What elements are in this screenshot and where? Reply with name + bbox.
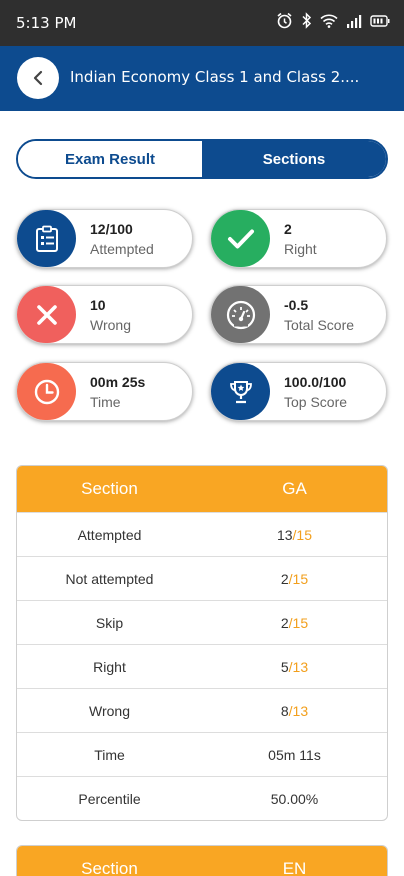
- stat-label: Right: [284, 241, 317, 257]
- row-total: /15: [288, 570, 309, 587]
- speedometer-icon: [211, 286, 270, 343]
- row-value: 2: [280, 614, 289, 631]
- row-total: /15: [292, 526, 313, 543]
- section-header-label: Section: [81, 859, 138, 876]
- row-value-cell: 05m 11s: [202, 747, 387, 763]
- row-value: 8: [280, 702, 289, 719]
- row-label: Attempted: [77, 526, 142, 543]
- row-value-cell: 50.00%: [202, 791, 387, 807]
- stat-value: -0.5: [284, 297, 309, 313]
- signal-icon: [347, 14, 362, 28]
- stat-label: Wrong: [90, 317, 131, 333]
- clock-icon: [17, 363, 76, 420]
- stat-label: Attempted: [90, 241, 154, 257]
- section-name: GA: [282, 479, 307, 498]
- table-row: Not attempted 2/15: [17, 556, 387, 600]
- table-row: Skip 2/15: [17, 600, 387, 644]
- stat-card-time: 00m 25s Time: [16, 362, 193, 421]
- row-total: /13: [288, 658, 309, 675]
- row-label: Not attempted: [65, 570, 154, 587]
- wifi-icon: [320, 14, 338, 28]
- result-tabs: Exam Result Sections: [16, 139, 388, 179]
- stat-card-total-score: -0.5 Total Score: [210, 285, 387, 344]
- row-value-cell: 2/15: [202, 615, 387, 631]
- section-table-en: Section EN: [16, 845, 388, 876]
- table-header: Section GA: [17, 466, 387, 512]
- battery-icon: [370, 14, 390, 27]
- bluetooth-icon: [302, 12, 312, 29]
- trophy-icon: [211, 363, 270, 420]
- stat-value: 10: [90, 297, 106, 313]
- row-value-cell: 2/15: [202, 571, 387, 587]
- status-icons: [276, 12, 390, 29]
- status-bar: 5:13 PM: [0, 0, 404, 46]
- row-value: 5: [280, 658, 289, 675]
- stat-card-attempted: 12/100 Attempted: [16, 209, 193, 268]
- page-title: Indian Economy Class 1 and Class 2....: [70, 68, 360, 86]
- row-value: 13: [276, 526, 293, 543]
- app-bar: Indian Economy Class 1 and Class 2....: [0, 46, 404, 111]
- section-name: EN: [282, 859, 307, 876]
- alarm-icon: [277, 12, 292, 29]
- section-header-label: Section: [81, 479, 138, 498]
- chevron-left-icon: [33, 70, 43, 86]
- table-row: Wrong 8/13: [17, 688, 387, 732]
- check-icon: [211, 210, 270, 267]
- table-header: Section EN: [17, 846, 387, 876]
- clipboard-icon: [17, 210, 76, 267]
- stat-label: Total Score: [284, 317, 355, 333]
- stat-label: Top Score: [284, 394, 348, 410]
- table-row: Right 5/13: [17, 644, 387, 688]
- row-value: 05m 11s: [268, 746, 321, 763]
- table-row: Attempted 13/15: [17, 512, 387, 556]
- stat-value: 12/100: [90, 221, 133, 237]
- stat-label: Time: [90, 394, 121, 410]
- row-label: Skip: [95, 614, 124, 631]
- back-button[interactable]: [17, 57, 59, 99]
- stat-value: 2: [284, 221, 292, 237]
- tab-sections[interactable]: Sections: [202, 141, 386, 177]
- table-row: Time 05m 11s: [17, 732, 387, 776]
- stat-card-right: 2 Right: [210, 209, 387, 268]
- stat-value: 100.0/100: [284, 374, 347, 390]
- row-value: 2: [280, 570, 289, 587]
- section-table-ga: Section GA Attempted 13/15 Not attempted…: [16, 465, 388, 821]
- row-value-cell: 8/13: [202, 703, 387, 719]
- row-value-cell: 5/13: [202, 659, 387, 675]
- stat-value: 00m 25s: [90, 374, 146, 390]
- tab-exam-result[interactable]: Exam Result: [18, 141, 202, 177]
- stat-card-top-score: 100.0/100 Top Score: [210, 362, 387, 421]
- close-icon: [17, 286, 76, 343]
- row-label: Percentile: [78, 790, 141, 807]
- stat-card-wrong: 10 Wrong: [16, 285, 193, 344]
- row-value-cell: 13/15: [202, 527, 387, 543]
- table-row: Percentile 50.00%: [17, 776, 387, 820]
- status-time: 5:13 PM: [16, 14, 77, 32]
- row-label: Wrong: [89, 702, 130, 719]
- row-total: /15: [288, 614, 309, 631]
- row-label: Right: [93, 658, 126, 675]
- row-value: 50.00%: [270, 790, 319, 807]
- row-label: Time: [94, 746, 125, 763]
- row-total: /13: [288, 702, 309, 719]
